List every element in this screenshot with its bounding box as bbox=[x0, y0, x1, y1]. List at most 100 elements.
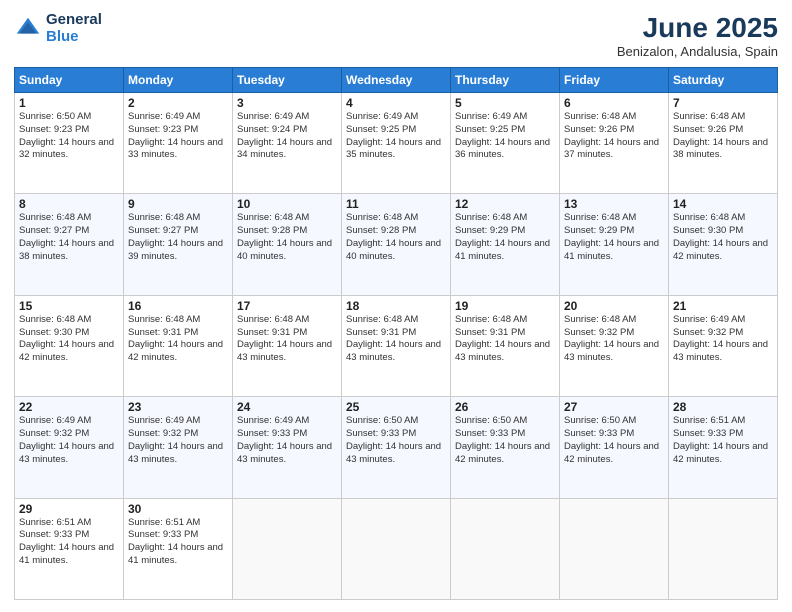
day-number: 1 bbox=[19, 96, 119, 110]
day-number: 30 bbox=[128, 502, 228, 516]
day-info: Sunrise: 6:50 AMSunset: 9:23 PMDaylight:… bbox=[19, 111, 119, 162]
day-number: 9 bbox=[128, 197, 228, 211]
day-info: Sunrise: 6:48 AMSunset: 9:27 PMDaylight:… bbox=[19, 212, 119, 263]
calendar-cell: 21Sunrise: 6:49 AMSunset: 9:32 PMDayligh… bbox=[669, 295, 778, 396]
calendar-cell: 13Sunrise: 6:48 AMSunset: 9:29 PMDayligh… bbox=[560, 194, 669, 295]
day-number: 16 bbox=[128, 299, 228, 313]
title-block: June 2025 Benizalon, Andalusia, Spain bbox=[617, 12, 778, 59]
calendar-header-row: SundayMondayTuesdayWednesdayThursdayFrid… bbox=[15, 68, 778, 93]
day-info: Sunrise: 6:49 AMSunset: 9:24 PMDaylight:… bbox=[237, 111, 337, 162]
day-number: 27 bbox=[564, 400, 664, 414]
day-info: Sunrise: 6:48 AMSunset: 9:31 PMDaylight:… bbox=[128, 314, 228, 365]
page: General Blue June 2025 Benizalon, Andalu… bbox=[0, 0, 792, 612]
day-info: Sunrise: 6:48 AMSunset: 9:26 PMDaylight:… bbox=[673, 111, 773, 162]
day-number: 22 bbox=[19, 400, 119, 414]
calendar-cell: 26Sunrise: 6:50 AMSunset: 9:33 PMDayligh… bbox=[451, 397, 560, 498]
day-info: Sunrise: 6:48 AMSunset: 9:29 PMDaylight:… bbox=[564, 212, 664, 263]
day-info: Sunrise: 6:48 AMSunset: 9:29 PMDaylight:… bbox=[455, 212, 555, 263]
calendar-cell: 29Sunrise: 6:51 AMSunset: 9:33 PMDayligh… bbox=[15, 498, 124, 599]
day-number: 17 bbox=[237, 299, 337, 313]
calendar-cell: 18Sunrise: 6:48 AMSunset: 9:31 PMDayligh… bbox=[342, 295, 451, 396]
month-title: June 2025 bbox=[617, 12, 778, 44]
day-number: 4 bbox=[346, 96, 446, 110]
calendar-week-3: 15Sunrise: 6:48 AMSunset: 9:30 PMDayligh… bbox=[15, 295, 778, 396]
calendar-cell: 12Sunrise: 6:48 AMSunset: 9:29 PMDayligh… bbox=[451, 194, 560, 295]
calendar-cell: 30Sunrise: 6:51 AMSunset: 9:33 PMDayligh… bbox=[124, 498, 233, 599]
day-number: 23 bbox=[128, 400, 228, 414]
day-number: 13 bbox=[564, 197, 664, 211]
calendar-cell: 5Sunrise: 6:49 AMSunset: 9:25 PMDaylight… bbox=[451, 93, 560, 194]
day-info: Sunrise: 6:49 AMSunset: 9:32 PMDaylight:… bbox=[128, 415, 228, 466]
day-info: Sunrise: 6:51 AMSunset: 9:33 PMDaylight:… bbox=[19, 517, 119, 568]
calendar-cell: 8Sunrise: 6:48 AMSunset: 9:27 PMDaylight… bbox=[15, 194, 124, 295]
day-info: Sunrise: 6:51 AMSunset: 9:33 PMDaylight:… bbox=[673, 415, 773, 466]
calendar-cell: 15Sunrise: 6:48 AMSunset: 9:30 PMDayligh… bbox=[15, 295, 124, 396]
calendar-cell: 19Sunrise: 6:48 AMSunset: 9:31 PMDayligh… bbox=[451, 295, 560, 396]
calendar-cell: 2Sunrise: 6:49 AMSunset: 9:23 PMDaylight… bbox=[124, 93, 233, 194]
calendar-cell: 16Sunrise: 6:48 AMSunset: 9:31 PMDayligh… bbox=[124, 295, 233, 396]
calendar-cell bbox=[451, 498, 560, 599]
calendar-cell: 4Sunrise: 6:49 AMSunset: 9:25 PMDaylight… bbox=[342, 93, 451, 194]
calendar-cell bbox=[560, 498, 669, 599]
weekday-header-thursday: Thursday bbox=[451, 68, 560, 93]
day-number: 11 bbox=[346, 197, 446, 211]
day-number: 24 bbox=[237, 400, 337, 414]
calendar-cell: 23Sunrise: 6:49 AMSunset: 9:32 PMDayligh… bbox=[124, 397, 233, 498]
day-info: Sunrise: 6:48 AMSunset: 9:30 PMDaylight:… bbox=[19, 314, 119, 365]
day-info: Sunrise: 6:48 AMSunset: 9:27 PMDaylight:… bbox=[128, 212, 228, 263]
day-number: 29 bbox=[19, 502, 119, 516]
day-info: Sunrise: 6:50 AMSunset: 9:33 PMDaylight:… bbox=[455, 415, 555, 466]
weekday-header-wednesday: Wednesday bbox=[342, 68, 451, 93]
day-number: 25 bbox=[346, 400, 446, 414]
calendar-week-1: 1Sunrise: 6:50 AMSunset: 9:23 PMDaylight… bbox=[15, 93, 778, 194]
day-info: Sunrise: 6:49 AMSunset: 9:25 PMDaylight:… bbox=[346, 111, 446, 162]
logo-icon bbox=[14, 15, 42, 43]
day-number: 7 bbox=[673, 96, 773, 110]
calendar-cell: 24Sunrise: 6:49 AMSunset: 9:33 PMDayligh… bbox=[233, 397, 342, 498]
day-info: Sunrise: 6:48 AMSunset: 9:26 PMDaylight:… bbox=[564, 111, 664, 162]
calendar-cell bbox=[669, 498, 778, 599]
day-number: 2 bbox=[128, 96, 228, 110]
day-info: Sunrise: 6:48 AMSunset: 9:28 PMDaylight:… bbox=[237, 212, 337, 263]
calendar-week-4: 22Sunrise: 6:49 AMSunset: 9:32 PMDayligh… bbox=[15, 397, 778, 498]
calendar-cell: 20Sunrise: 6:48 AMSunset: 9:32 PMDayligh… bbox=[560, 295, 669, 396]
calendar-cell: 6Sunrise: 6:48 AMSunset: 9:26 PMDaylight… bbox=[560, 93, 669, 194]
day-info: Sunrise: 6:48 AMSunset: 9:31 PMDaylight:… bbox=[237, 314, 337, 365]
weekday-header-friday: Friday bbox=[560, 68, 669, 93]
day-info: Sunrise: 6:49 AMSunset: 9:32 PMDaylight:… bbox=[19, 415, 119, 466]
day-info: Sunrise: 6:48 AMSunset: 9:30 PMDaylight:… bbox=[673, 212, 773, 263]
day-number: 5 bbox=[455, 96, 555, 110]
day-info: Sunrise: 6:49 AMSunset: 9:25 PMDaylight:… bbox=[455, 111, 555, 162]
calendar-cell: 14Sunrise: 6:48 AMSunset: 9:30 PMDayligh… bbox=[669, 194, 778, 295]
day-number: 6 bbox=[564, 96, 664, 110]
day-number: 10 bbox=[237, 197, 337, 211]
day-number: 3 bbox=[237, 96, 337, 110]
day-number: 12 bbox=[455, 197, 555, 211]
day-info: Sunrise: 6:49 AMSunset: 9:32 PMDaylight:… bbox=[673, 314, 773, 365]
calendar-cell: 25Sunrise: 6:50 AMSunset: 9:33 PMDayligh… bbox=[342, 397, 451, 498]
day-info: Sunrise: 6:48 AMSunset: 9:31 PMDaylight:… bbox=[346, 314, 446, 365]
day-info: Sunrise: 6:48 AMSunset: 9:31 PMDaylight:… bbox=[455, 314, 555, 365]
day-info: Sunrise: 6:50 AMSunset: 9:33 PMDaylight:… bbox=[564, 415, 664, 466]
day-number: 15 bbox=[19, 299, 119, 313]
calendar-week-2: 8Sunrise: 6:48 AMSunset: 9:27 PMDaylight… bbox=[15, 194, 778, 295]
calendar-cell: 11Sunrise: 6:48 AMSunset: 9:28 PMDayligh… bbox=[342, 194, 451, 295]
day-number: 26 bbox=[455, 400, 555, 414]
location: Benizalon, Andalusia, Spain bbox=[617, 44, 778, 59]
header: General Blue June 2025 Benizalon, Andalu… bbox=[14, 12, 778, 59]
weekday-header-tuesday: Tuesday bbox=[233, 68, 342, 93]
day-info: Sunrise: 6:49 AMSunset: 9:23 PMDaylight:… bbox=[128, 111, 228, 162]
day-info: Sunrise: 6:50 AMSunset: 9:33 PMDaylight:… bbox=[346, 415, 446, 466]
day-info: Sunrise: 6:48 AMSunset: 9:28 PMDaylight:… bbox=[346, 212, 446, 263]
day-info: Sunrise: 6:48 AMSunset: 9:32 PMDaylight:… bbox=[564, 314, 664, 365]
calendar-cell: 3Sunrise: 6:49 AMSunset: 9:24 PMDaylight… bbox=[233, 93, 342, 194]
calendar-cell: 1Sunrise: 6:50 AMSunset: 9:23 PMDaylight… bbox=[15, 93, 124, 194]
day-number: 18 bbox=[346, 299, 446, 313]
weekday-header-sunday: Sunday bbox=[15, 68, 124, 93]
day-info: Sunrise: 6:51 AMSunset: 9:33 PMDaylight:… bbox=[128, 517, 228, 568]
day-number: 21 bbox=[673, 299, 773, 313]
calendar-cell: 27Sunrise: 6:50 AMSunset: 9:33 PMDayligh… bbox=[560, 397, 669, 498]
logo-text: General Blue bbox=[46, 12, 102, 45]
weekday-header-monday: Monday bbox=[124, 68, 233, 93]
calendar-cell: 28Sunrise: 6:51 AMSunset: 9:33 PMDayligh… bbox=[669, 397, 778, 498]
